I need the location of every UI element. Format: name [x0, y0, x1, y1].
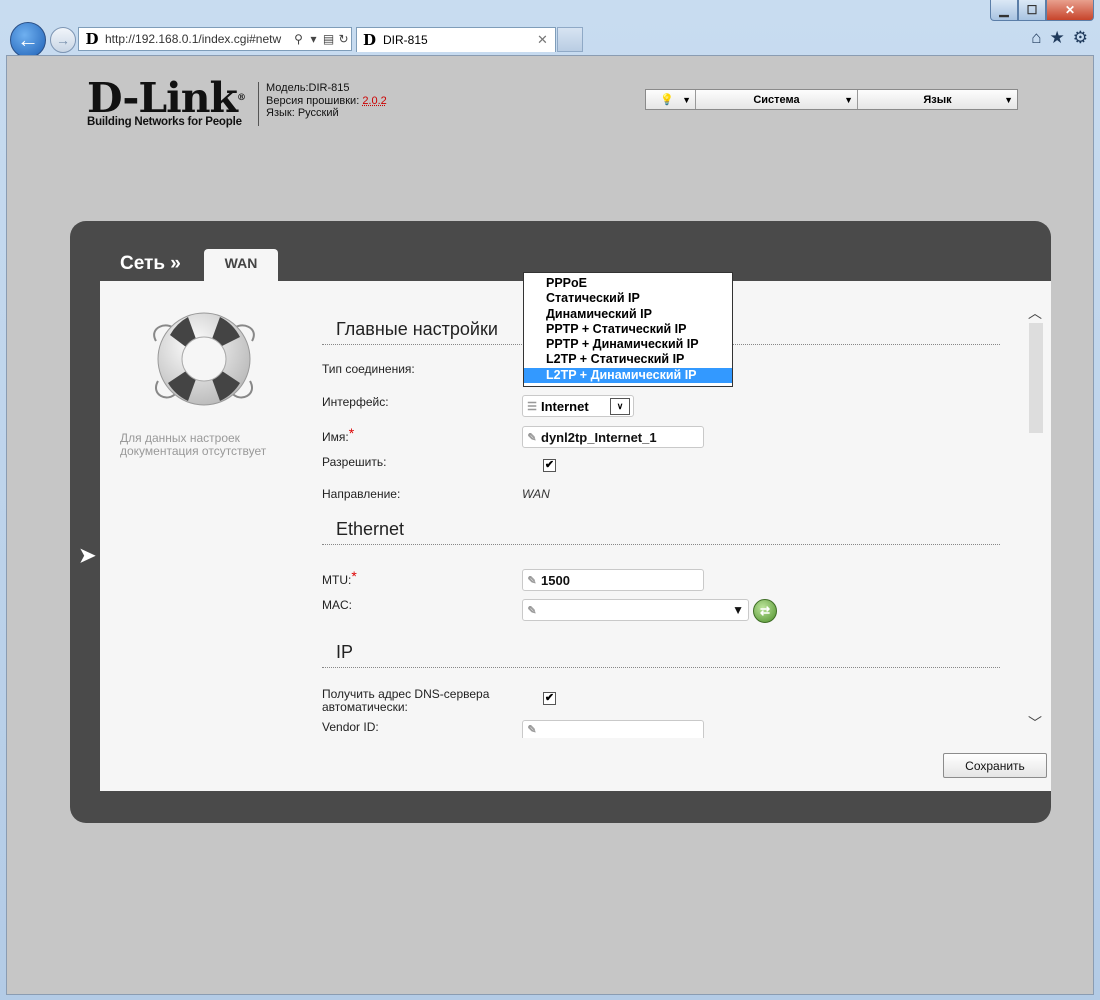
no-documentation-note: Для данных настроек документация отсутст…	[120, 431, 267, 458]
maximize-button[interactable]: ☐	[1018, 0, 1046, 21]
lifebuoy-icon	[153, 312, 255, 406]
connection-type-option[interactable]: L2TP + Статический IP	[524, 352, 732, 367]
enable-label: Разрешить:	[322, 455, 387, 469]
name-field[interactable]: ✎ dynl2tp_Internet_1	[522, 426, 704, 448]
pencil-icon: ✎	[527, 431, 537, 444]
mtu-value: 1500	[541, 572, 570, 588]
pencil-icon: ✎	[527, 604, 537, 617]
interface-label: Интерфейс:	[322, 395, 389, 409]
chevron-down-icon: ▼	[732, 603, 744, 617]
connection-type-option[interactable]: Статический IP	[524, 291, 732, 306]
tab-favicon: D	[363, 31, 377, 49]
collapse-arrow-icon[interactable]: ➤	[79, 543, 96, 568]
gear-icon[interactable]: ⚙	[1073, 28, 1088, 48]
interface-value: Internet	[541, 398, 589, 414]
language-label: Язык:	[266, 107, 295, 119]
dropdown-arrow-icon[interactable]: ▾	[306, 32, 321, 46]
mtu-label-row: MTU:*	[322, 568, 357, 587]
back-arrow-icon[interactable]: ←	[10, 22, 46, 58]
help-menu[interactable]: 💡 ▼	[646, 90, 696, 109]
logo-brand: D-Link	[87, 74, 238, 122]
chevron-down-icon: ∨	[610, 398, 630, 415]
new-tab-button[interactable]	[557, 27, 583, 52]
save-button[interactable]: Сохранить	[943, 753, 1047, 778]
refresh-arrows-icon[interactable]: ⇄	[753, 599, 777, 623]
connection-type-option[interactable]: L2TP + Динамический IP	[524, 367, 732, 384]
section-ethernet: Ethernet	[322, 519, 1000, 545]
chevron-down-icon: ▼	[844, 94, 853, 105]
connection-type-option[interactable]: Динамический IP	[524, 307, 732, 322]
scroll-thumb[interactable]	[1029, 323, 1043, 433]
address-url[interactable]: http://192.168.0.1/index.cgi#netw	[105, 32, 291, 46]
search-icon[interactable]: ⚲	[291, 32, 306, 46]
name-label-row: Имя:*	[322, 425, 355, 444]
name-label: Имя:	[322, 430, 349, 444]
required-mark: *	[351, 568, 357, 584]
dlink-logo: D-Link® Building Networks for People	[87, 78, 257, 129]
model-label: Модель:	[266, 82, 309, 94]
list-icon: ☰	[527, 400, 537, 413]
connection-type-option[interactable]: PPTP + Статический IP	[524, 322, 732, 337]
system-menu[interactable]: Система ▼	[696, 90, 858, 109]
direction-value: WAN	[522, 487, 550, 501]
section-ip: IP	[322, 642, 1000, 668]
top-menu: 💡 ▼ Система ▼ Язык ▼	[645, 89, 1018, 110]
address-bar[interactable]: D http://192.168.0.1/index.cgi#netw ⚲ ▾ …	[78, 27, 352, 51]
connection-type-option[interactable]: PPTP + Динамический IP	[524, 337, 732, 352]
dns-auto-checkbox[interactable]: ✔	[543, 692, 556, 705]
page-content: D-Link® Building Networks for People Мод…	[6, 55, 1094, 995]
chevron-down-icon: ▼	[682, 94, 691, 105]
scroll-down-icon[interactable]: ﹀	[1028, 713, 1042, 733]
breadcrumb[interactable]: Сеть »	[120, 253, 181, 275]
mtu-field[interactable]: ✎ 1500	[522, 569, 704, 591]
required-mark: *	[348, 425, 355, 441]
mac-select[interactable]: ✎ ▼	[522, 599, 749, 621]
mtu-label: MTU:	[322, 573, 352, 587]
connection-type-option[interactable]: PPPoE	[524, 276, 732, 291]
compatibility-view-icon[interactable]: ▤	[321, 32, 336, 46]
model-value: DIR-815	[308, 82, 350, 94]
dns-auto-label: Получить адрес DNS-сервера автоматически…	[322, 687, 490, 714]
lightbulb-icon: 💡	[660, 94, 674, 106]
pencil-icon: ✎	[527, 574, 537, 587]
tab-title: DIR-815	[383, 33, 428, 47]
interface-select[interactable]: ☰ Internet ∨	[522, 395, 634, 417]
firmware-label: Версия прошивки:	[266, 94, 360, 107]
vendor-id-field[interactable]: ✎	[522, 720, 704, 738]
enable-checkbox[interactable]: ✔	[543, 459, 556, 472]
home-icon[interactable]: ⌂	[1031, 28, 1041, 48]
name-value: dynl2tp_Internet_1	[541, 429, 657, 445]
logo-tagline: Building Networks for People	[87, 116, 242, 128]
connection-type-list[interactable]: PPPoE Статический IP Динамический IP PPTP +…	[523, 272, 733, 387]
language-menu-label: Язык	[923, 93, 952, 106]
form-scrollbar[interactable]: ︿ ﹀	[1027, 303, 1045, 733]
close-window-button[interactable]: ✕	[1046, 0, 1094, 21]
minimize-button[interactable]: ▁	[990, 0, 1018, 21]
device-info: Модель:DIR-815 Версия прошивки: 2.0.2 Яз…	[258, 82, 387, 126]
forward-arrow-icon[interactable]: →	[50, 27, 76, 53]
conn-type-label: Тип соединения:	[322, 362, 415, 376]
language-menu[interactable]: Язык ▼	[858, 90, 1017, 109]
refresh-icon[interactable]: ↻	[336, 32, 351, 46]
star-icon[interactable]: ★	[1050, 28, 1065, 48]
firmware-value[interactable]: 2.0.2	[362, 95, 386, 107]
mac-label: MAC:	[322, 598, 352, 612]
tab-wan[interactable]: WAN	[204, 249, 278, 281]
chevron-down-icon: ▼	[1004, 94, 1013, 105]
pencil-icon: ✎	[527, 724, 537, 736]
browser-tools: ⌂ ★ ⚙	[1031, 28, 1088, 48]
direction-label: Направление:	[322, 487, 401, 501]
scroll-up-icon[interactable]: ︿	[1028, 303, 1042, 323]
vendor-id-label: Vendor ID:	[322, 720, 379, 734]
browser-tab[interactable]: D DIR-815 ✕	[356, 27, 556, 52]
close-tab-icon[interactable]: ✕	[537, 32, 555, 48]
language-value: Русский	[297, 107, 339, 119]
browser-window: ▁ ☐ ✕ ← → D http://192.168.0.1/index.cgi…	[0, 0, 1100, 1000]
logo-trademark: ®	[236, 93, 246, 103]
site-favicon: D	[85, 30, 99, 48]
window-controls: ▁ ☐ ✕	[990, 0, 1094, 21]
system-menu-label: Система	[753, 93, 800, 106]
